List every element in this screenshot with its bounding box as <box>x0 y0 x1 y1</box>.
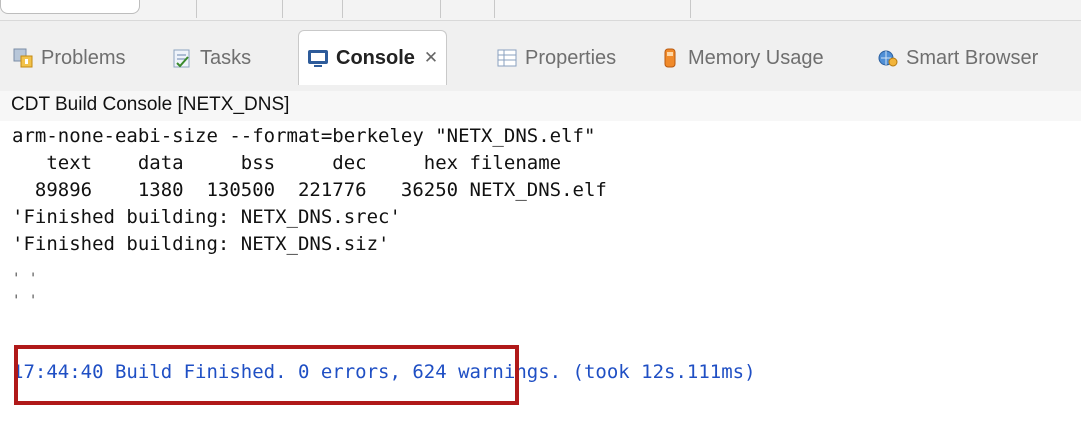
tab-memory-usage[interactable]: Memory Usage <box>659 36 824 80</box>
console-line: text data bss dec hex filename <box>12 152 562 174</box>
toolbar-separator <box>440 0 495 18</box>
tab-label: Console <box>336 46 415 69</box>
console-line: ' ' <box>12 293 38 309</box>
console-title: CDT Build Console [NETX_DNS] <box>11 94 290 115</box>
problems-icon <box>12 47 34 69</box>
tab-console[interactable]: Console ✕ <box>298 30 448 85</box>
tab-tasks[interactable]: Tasks <box>171 36 251 80</box>
tab-label: Properties <box>525 46 617 69</box>
tasks-icon <box>171 47 193 69</box>
view-tab-bar: Problems Tasks Console ✕ Properties Memo… <box>0 21 1081 91</box>
toolbar-separator <box>0 0 197 18</box>
console-icon <box>307 47 329 69</box>
tab-problems[interactable]: Problems <box>12 36 125 80</box>
tab-properties[interactable]: Properties <box>496 36 616 80</box>
console-title-bar: CDT Build Console [NETX_DNS] <box>0 91 1081 121</box>
toolbar-separator <box>342 0 441 18</box>
toolbar-separator <box>196 0 283 18</box>
close-icon[interactable]: ✕ <box>424 48 438 68</box>
toolbar-separator <box>494 0 691 18</box>
console-line: 'Finished building: NETX_DNS.srec' <box>12 206 401 228</box>
highlight-box <box>14 345 519 405</box>
tab-label: Problems <box>41 46 126 69</box>
toolbar-strip <box>0 0 1081 21</box>
tab-label: Smart Browser <box>906 46 1039 69</box>
tab-label: Tasks <box>200 46 252 69</box>
toolbar-separator <box>282 0 343 18</box>
console-line: 'Finished building: NETX_DNS.siz' <box>12 233 390 255</box>
memory-usage-icon <box>659 47 681 69</box>
console-line: arm-none-eabi-size --format=berkeley "NE… <box>12 125 596 147</box>
smart-browser-icon <box>877 47 899 69</box>
console-line: 89896 1380 130500 221776 36250 NETX_DNS.… <box>12 179 607 201</box>
tab-smart-browser[interactable]: Smart Browser <box>877 36 1038 80</box>
tab-label: Memory Usage <box>688 46 824 69</box>
properties-icon <box>496 47 518 69</box>
